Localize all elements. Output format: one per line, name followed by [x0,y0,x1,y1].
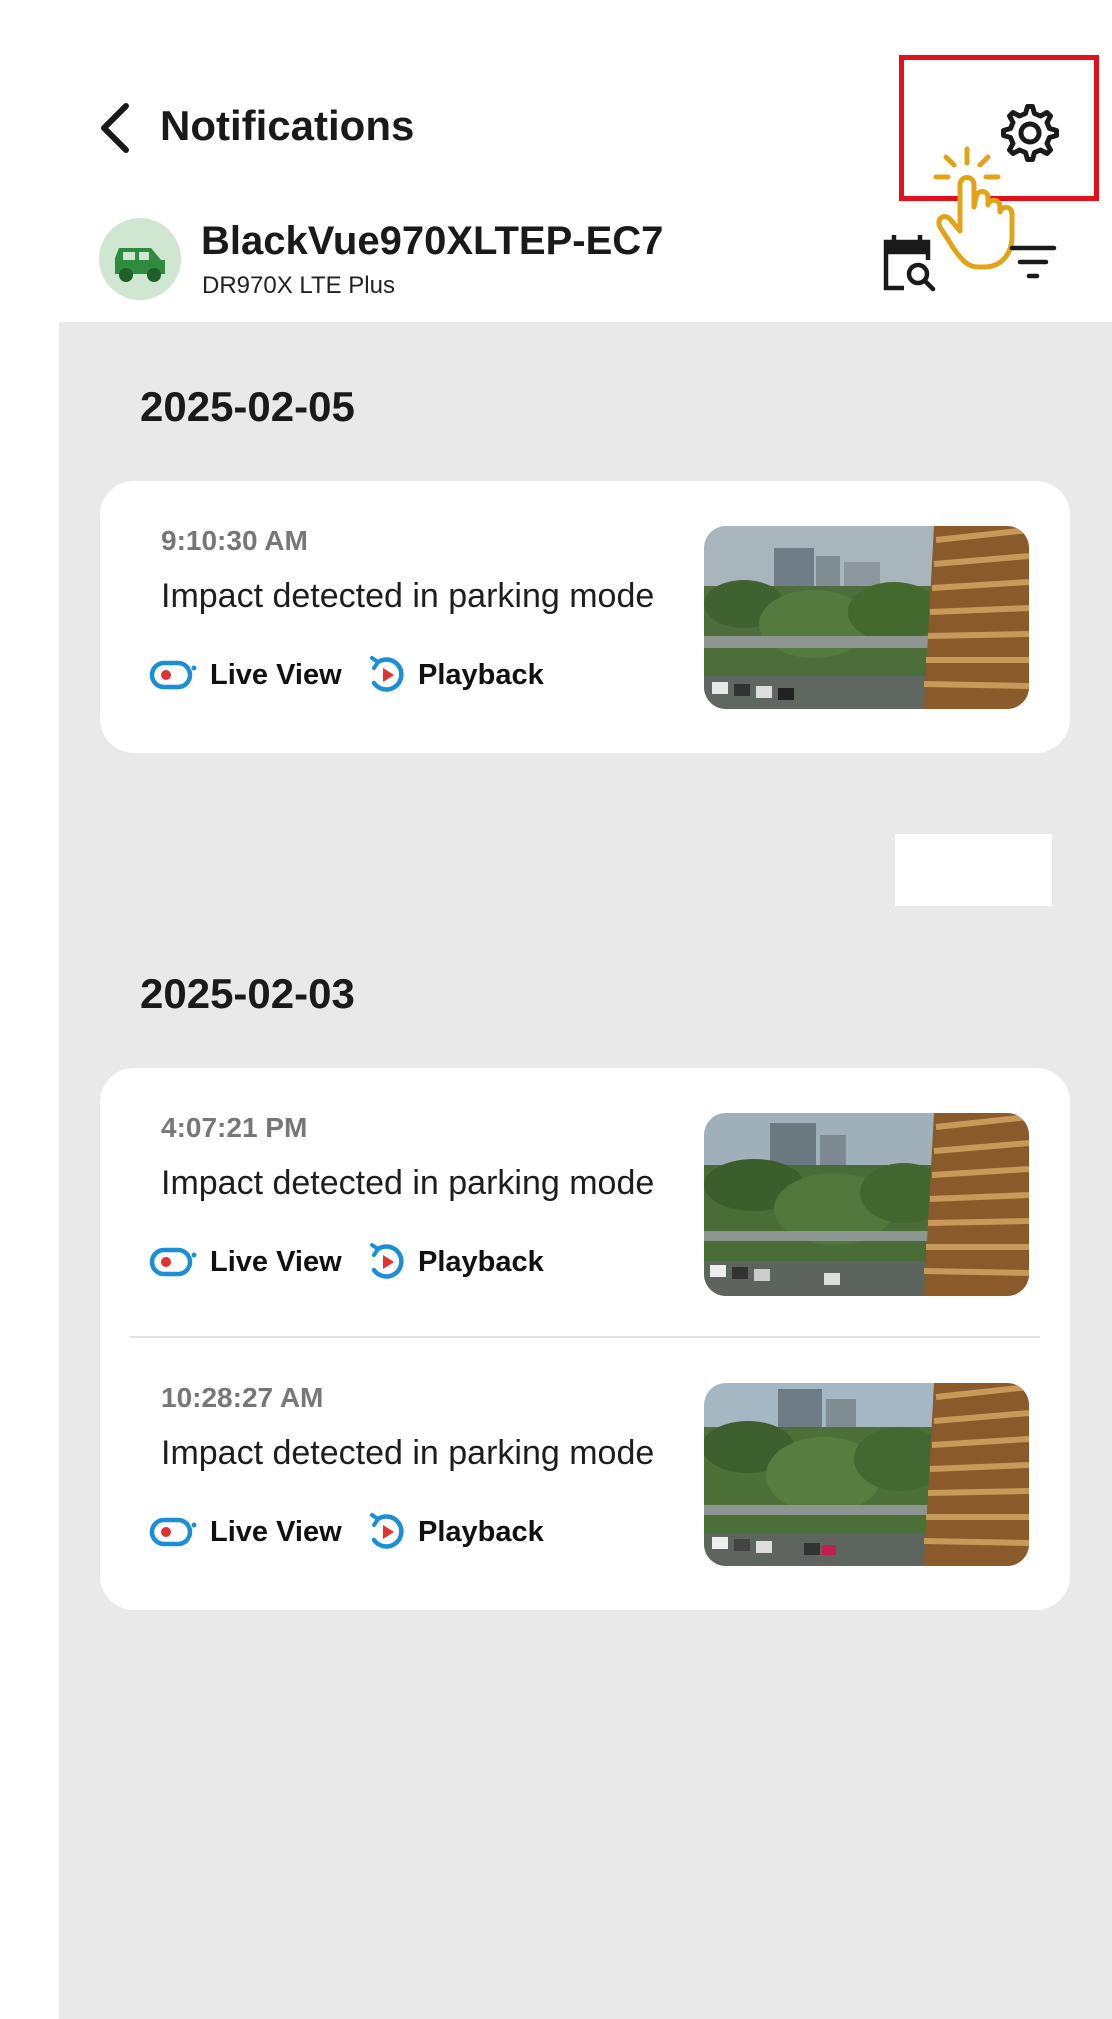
live-view-button[interactable]: Live View [148,1510,342,1554]
device-avatar [99,218,181,300]
event-thumbnail[interactable] [704,1113,1029,1296]
notification-time: 4:07:21 PM [161,1112,308,1143]
filter-button[interactable] [1008,242,1058,284]
notification-card: 9:10:30 AM Impact detected in parking mo… [100,481,1070,753]
back-button[interactable] [94,100,138,156]
live-view-icon [149,1517,198,1547]
notification-message: Impact detected in parking mode [161,1434,655,1472]
notification-item[interactable]: 9:10:30 AM Impact detected in parking mo… [100,481,1070,751]
live-view-icon [149,1247,198,1277]
live-view-label: Live View [210,659,342,691]
playback-icon [370,656,404,692]
chevron-left-icon [101,103,129,153]
notification-item[interactable]: 4:07:21 PM Impact detected in parking mo… [100,1068,1070,1338]
highlight-box [899,55,1099,201]
playback-button[interactable]: Playback [366,1510,544,1554]
live-view-button[interactable]: Live View [148,1240,342,1284]
playback-button[interactable]: Playback [366,1240,544,1284]
calendar-search-icon [883,235,936,292]
notification-time: 10:28:27 AM [161,1382,324,1413]
header: Notifications BlackVue970XLTEP-EC7 DR970… [0,0,1112,322]
date-heading: 2025-02-05 [140,383,355,430]
date-heading: 2025-02-03 [140,970,355,1017]
device-name: BlackVue970XLTEP-EC7 [201,219,664,263]
dashcam-snapshot-image [704,1383,1029,1566]
filter-icon [1009,245,1057,279]
event-thumbnail[interactable] [704,526,1029,709]
playback-label: Playback [418,659,544,691]
calendar-search-button[interactable] [880,232,940,294]
page-title: Notifications [160,102,415,149]
blank-panel [895,834,1052,906]
playback-label: Playback [418,1246,544,1278]
dashcam-snapshot-image [704,1113,1029,1296]
notification-card: 4:07:21 PM Impact detected in parking mo… [100,1068,1070,1610]
live-view-label: Live View [210,1516,342,1548]
live-view-icon [149,660,198,690]
notification-item[interactable]: 10:28:27 AM Impact detected in parking m… [100,1338,1070,1608]
notification-message: Impact detected in parking mode [161,577,655,615]
dashcam-snapshot-image [704,526,1029,709]
event-thumbnail[interactable] [704,1383,1029,1566]
playback-label: Playback [418,1516,544,1548]
live-view-button[interactable]: Live View [148,653,342,697]
playback-icon [370,1243,404,1279]
device-model: DR970X LTE Plus [202,272,395,299]
notification-message: Impact detected in parking mode [161,1164,655,1202]
live-view-label: Live View [210,1246,342,1278]
notification-time: 9:10:30 AM [161,525,308,556]
playback-icon [370,1513,404,1549]
playback-button[interactable]: Playback [366,653,544,697]
car-icon [115,248,165,282]
